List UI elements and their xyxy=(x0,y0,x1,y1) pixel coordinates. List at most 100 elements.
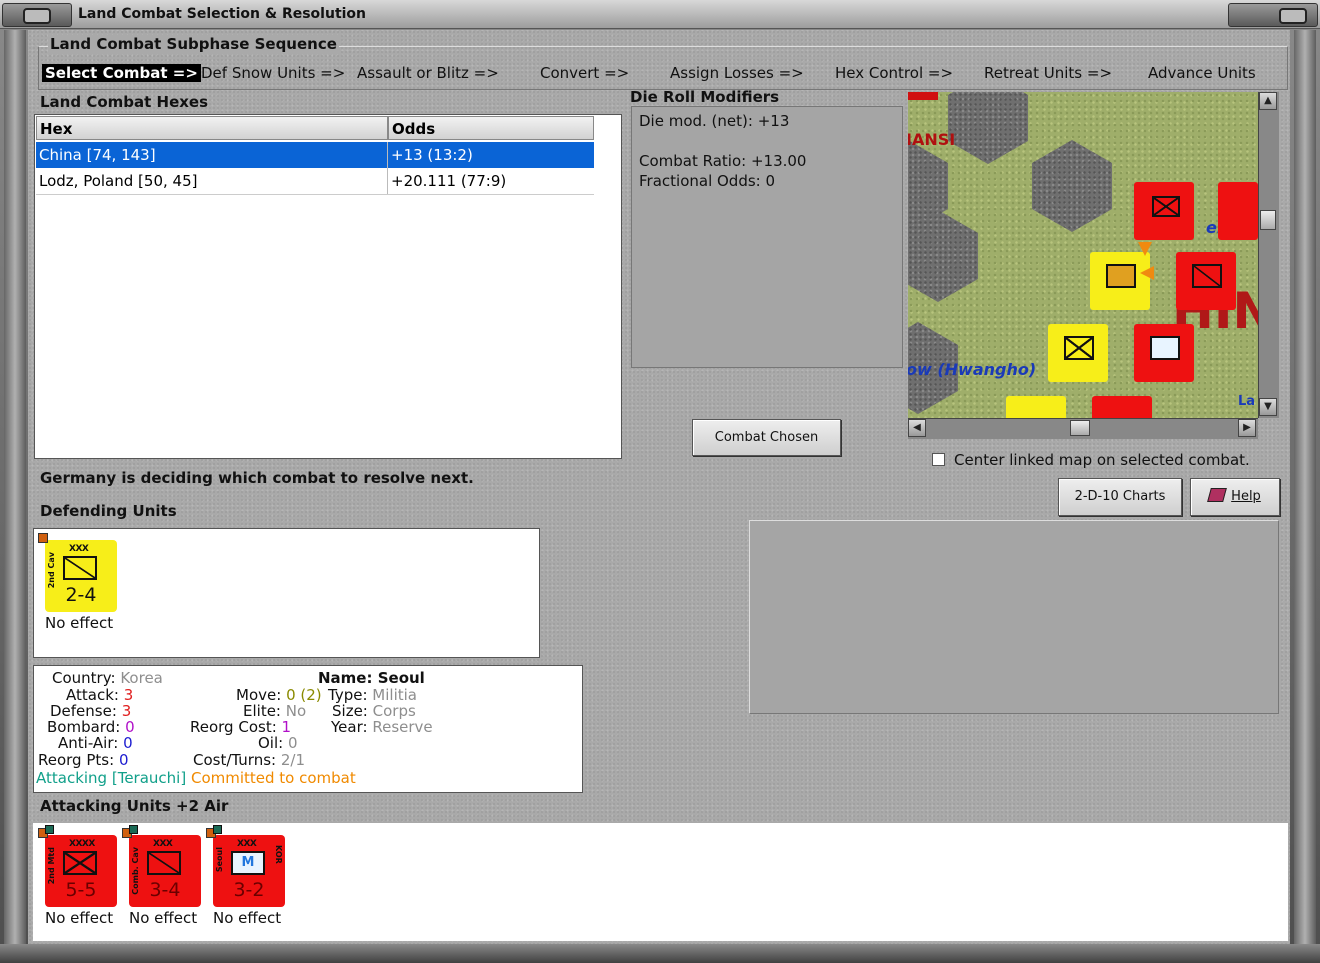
reorg-pts-row: Reorg Pts: 0 xyxy=(38,751,129,769)
oil-row: Oil: 0 xyxy=(258,734,298,752)
unit-size: XXXX xyxy=(69,839,95,849)
odds-cell: +13 (13:2) xyxy=(391,146,473,164)
step-assault-or-blitz: Assault or Blitz => xyxy=(357,64,499,82)
odds-cell: +20.111 (77:9) xyxy=(391,172,507,190)
step-assign-losses: Assign Losses => xyxy=(670,64,804,82)
scroll-up-icon[interactable]: ▲ xyxy=(1259,92,1277,110)
map-unit-yellow[interactable] xyxy=(1048,324,1108,382)
table-row[interactable]: Lodz, Poland [50, 45] +20.111 (77:9) xyxy=(36,168,594,195)
defending-unit-counter[interactable]: XXX 2nd Cav 2-4 xyxy=(38,533,117,612)
map-horizontal-scrollbar[interactable]: ◀ ▶ xyxy=(908,418,1258,439)
attacking-units-title: Attacking Units +2 Air xyxy=(40,797,229,815)
right-frame-border xyxy=(1294,30,1316,944)
defending-unit-effect: No effect xyxy=(45,614,114,632)
scroll-right-icon[interactable]: ▶ xyxy=(1238,419,1256,437)
scroll-left-icon[interactable]: ◀ xyxy=(908,419,926,437)
combat-result-panel xyxy=(749,520,1279,714)
combat-chosen-button[interactable]: Combat Chosen xyxy=(692,419,841,456)
cavalry-icon xyxy=(1106,264,1136,288)
cavalry-icon xyxy=(63,556,97,580)
cavalry-icon xyxy=(147,851,181,875)
unit-name: Seoul xyxy=(215,847,224,873)
unit-strength: 3-4 xyxy=(149,879,181,901)
die-mod-net: Die mod. (net): +13 xyxy=(639,112,790,130)
attacking-status: Attacking [Terauchi] xyxy=(36,769,187,787)
attacking-unit-counter[interactable]: XXX Comb. Cav 3-4 xyxy=(122,825,201,907)
attacking-unit-counter[interactable]: XXX Seoul KOR M 3-2 xyxy=(206,825,285,907)
cavalry-diag-icon xyxy=(1192,264,1222,288)
linked-map[interactable]: IANSI ow (Hwangho) ell HIN La xyxy=(908,92,1258,418)
unit-strength: 3-2 xyxy=(233,879,265,901)
unit-flag-icon xyxy=(213,825,222,834)
step-hex-control: Hex Control => xyxy=(835,64,954,82)
unit-name-row: Name: Seoul xyxy=(318,669,425,687)
die-roll-modifiers-panel xyxy=(631,106,903,368)
attacking-unit-effect: No effect xyxy=(213,909,282,927)
map-unit-yellow[interactable] xyxy=(1006,396,1066,418)
combat-status-text: Germany is deciding which combat to reso… xyxy=(40,469,474,487)
unit-nation: KOR xyxy=(274,845,283,864)
center-map-checkbox[interactable] xyxy=(932,453,945,466)
scroll-down-icon[interactable]: ▼ xyxy=(1259,398,1277,416)
militia-icon: M xyxy=(231,851,265,875)
unit-size: XXX xyxy=(153,839,173,849)
map-label-iansi: IANSI xyxy=(908,130,956,149)
unit-marker-icon xyxy=(38,533,48,543)
step-def-snow-units: Def Snow Units => xyxy=(201,64,346,82)
charts-button[interactable]: 2-D-10 Charts xyxy=(1058,478,1182,516)
attacking-unit-effect: No effect xyxy=(45,909,114,927)
unit-flag-icon xyxy=(129,825,138,834)
map-hex xyxy=(948,92,1028,164)
center-map-checkbox-label[interactable]: Center linked map on selected combat. xyxy=(954,451,1250,469)
map-unit-red[interactable] xyxy=(1218,182,1258,240)
map-label-hwangho: ow (Hwangho) xyxy=(908,360,1037,379)
attack-arrow-icon xyxy=(1138,242,1152,256)
help-button[interactable]: Help xyxy=(1190,478,1280,516)
map-vertical-scrollbar[interactable]: ▲ ▼ xyxy=(1258,92,1279,418)
column-header-odds[interactable]: Odds xyxy=(388,116,594,140)
title-bar[interactable]: Land Combat Selection & Resolution xyxy=(0,0,1320,29)
country-row: Country: Korea xyxy=(52,669,163,687)
help-book-icon xyxy=(1207,488,1228,502)
step-select-combat: Select Combat => xyxy=(42,64,201,82)
map-hex xyxy=(1032,140,1112,232)
map-unit-red[interactable] xyxy=(1134,182,1194,240)
unit-strength: 5-5 xyxy=(65,879,97,901)
attacking-unit-counter[interactable]: XXXX 2nd Mtd 5-5 xyxy=(38,825,117,907)
combat-status-row: Attacking [Terauchi] Committed to combat xyxy=(36,769,356,787)
vertical-scroll-thumb[interactable] xyxy=(1260,210,1276,230)
minimize-icon xyxy=(1279,8,1307,24)
map-unit-red[interactable] xyxy=(1092,396,1152,418)
map-label-la: La xyxy=(1238,394,1256,409)
unit-strength: 2-4 xyxy=(65,584,97,606)
mounted-cavalry-icon xyxy=(63,851,97,875)
die-roll-modifiers-title: Die Roll Modifiers xyxy=(630,88,780,106)
map-unit-yellow[interactable] xyxy=(1090,252,1150,310)
cost-turns-row: Cost/Turns: 2/1 xyxy=(193,751,305,769)
combat-ratio: Combat Ratio: +13.00 xyxy=(639,152,807,170)
window-menu-icon xyxy=(23,8,51,24)
antiair-row: Anti-Air: 0 xyxy=(58,734,133,752)
step-convert: Convert => xyxy=(540,64,630,82)
column-divider xyxy=(387,142,388,194)
map-unit-red[interactable] xyxy=(1134,324,1194,382)
window-title: Land Combat Selection & Resolution xyxy=(78,6,367,22)
step-retreat-units: Retreat Units => xyxy=(984,64,1113,82)
hex-cell: China [74, 143] xyxy=(39,146,156,164)
horizontal-scroll-thumb[interactable] xyxy=(1070,420,1090,436)
system-menu-button[interactable] xyxy=(2,3,72,27)
unit-name: 2nd Cav xyxy=(47,552,56,589)
cavalry-cross-icon xyxy=(1152,196,1180,217)
map-unit-edge xyxy=(908,92,938,100)
window-controls[interactable] xyxy=(1228,3,1318,27)
hex-cell: Lodz, Poland [50, 45] xyxy=(39,172,198,190)
fractional-odds: Fractional Odds: 0 xyxy=(639,172,776,190)
year-row: Year: Reserve xyxy=(331,718,433,736)
defending-units-title: Defending Units xyxy=(40,502,177,520)
bottom-frame-border xyxy=(0,944,1320,963)
table-row[interactable]: China [74, 143] +13 (13:2) xyxy=(36,142,594,168)
attack-arrow-icon xyxy=(1140,266,1154,280)
map-unit-red[interactable] xyxy=(1176,252,1236,310)
column-header-hex[interactable]: Hex xyxy=(36,116,388,140)
land-combat-hexes-title: Land Combat Hexes xyxy=(40,93,209,111)
